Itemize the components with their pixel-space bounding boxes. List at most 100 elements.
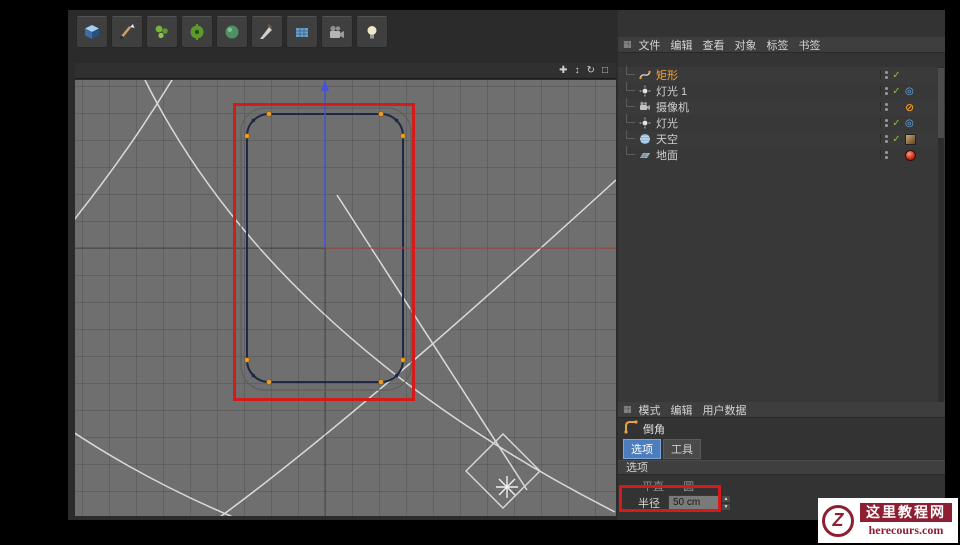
tree-connector — [626, 65, 635, 75]
toggle-view-icon[interactable]: □ — [602, 65, 608, 76]
object-row-light1[interactable]: 灯光 1 ✓ ◎ — [618, 81, 945, 99]
arc-bottom-left — [75, 432, 233, 516]
menu-object[interactable]: 对象 — [735, 37, 757, 53]
visibility-dots[interactable] — [880, 70, 888, 80]
tool-title: 倒角 — [643, 423, 665, 436]
flat-label: 平直 — [642, 481, 664, 493]
c4d-window: ✚ ↕ ↻ □ ▦ 文件 编辑 查看 对象 标签 书签 矩形 ✓ 灯光 1 ✓ … — [68, 10, 945, 520]
tool-title-row: 倒角 — [624, 420, 665, 437]
zoom-view-icon[interactable]: ↕ — [575, 65, 580, 76]
menu-edit-attr[interactable]: 编辑 — [671, 402, 693, 418]
camera-tool-icon[interactable] — [321, 16, 353, 48]
flat-row: 平直 圆 — [618, 478, 945, 494]
menu-file[interactable]: 文件 — [639, 37, 661, 53]
object-row-sky[interactable]: 天空 ✓ — [618, 129, 945, 147]
right-panel: ▦ 文件 编辑 查看 对象 标签 书签 矩形 ✓ 灯光 1 ✓ ◎ 摄像机 ⊘ … — [618, 10, 945, 520]
attribute-manager-menubar: ▦ 模式 编辑 用户数据 — [618, 402, 945, 418]
watermark-url: herecours.com — [868, 522, 944, 537]
screenshot-root: ✚ ↕ ↻ □ ▦ 文件 编辑 查看 对象 标签 书签 矩形 ✓ 灯光 1 ✓ … — [0, 0, 960, 545]
light-object-icon — [638, 85, 652, 97]
object-manager-gap — [618, 53, 945, 67]
arc-long-diagonal — [144, 80, 616, 513]
sky-object-icon — [638, 133, 652, 145]
visibility-dots[interactable] — [880, 150, 888, 160]
main-toolbar — [76, 16, 388, 48]
menu-user-data[interactable]: 用户数据 — [703, 402, 747, 418]
tree-connector — [626, 81, 635, 91]
stepper-down-icon[interactable]: ▼ — [721, 502, 731, 511]
light-object-icon — [638, 117, 652, 129]
radius-stepper: ▲ ▼ — [721, 494, 731, 511]
radius-label: 半径 — [638, 497, 660, 510]
viewport-drawing — [75, 80, 616, 516]
menu-view[interactable]: 查看 — [703, 37, 725, 53]
target-tag-icon[interactable]: ◎ — [905, 118, 914, 129]
visibility-dots[interactable] — [880, 134, 888, 144]
light-bulb-icon[interactable] — [356, 16, 388, 48]
object-row-camera[interactable]: 摄像机 ⊘ — [618, 97, 945, 115]
visibility-dots[interactable] — [880, 102, 888, 112]
viewport-header: ✚ ↕ ↻ □ — [75, 63, 616, 79]
enabled-check-icon[interactable]: ✓ — [891, 70, 902, 81]
protection-tag-icon[interactable]: ⊘ — [905, 101, 914, 114]
floor-object-icon — [638, 149, 652, 161]
tree-connector — [626, 129, 635, 139]
cube-tool-icon[interactable] — [76, 16, 108, 48]
tab-options[interactable]: 选项 — [623, 439, 661, 459]
enabled-check-icon[interactable]: ✓ — [891, 134, 902, 145]
enabled-check-icon[interactable]: ✓ — [891, 86, 902, 97]
material-tag-icon[interactable] — [905, 149, 916, 161]
object-label[interactable]: 灯光 — [656, 115, 678, 131]
menu-mode[interactable]: 模式 — [639, 402, 661, 418]
deformer-icon[interactable] — [181, 16, 213, 48]
knife-icon[interactable] — [251, 16, 283, 48]
object-label[interactable]: 摄像机 — [656, 99, 689, 115]
watermark-logo: Z — [822, 504, 854, 537]
object-label[interactable]: 灯光 1 — [656, 83, 687, 99]
object-label[interactable]: 天空 — [656, 131, 678, 147]
plane-grid-icon[interactable] — [286, 16, 318, 48]
pan-view-icon[interactable]: ✚ — [559, 65, 567, 76]
tree-connector — [626, 97, 635, 107]
watermark: Z 这里教程网 herecours.com — [818, 498, 958, 543]
viewport-canvas[interactable] — [75, 80, 616, 516]
panel-grid-icon: ▦ — [623, 39, 632, 49]
ghost-rectangle — [240, 107, 412, 391]
paint-brush-icon[interactable] — [111, 16, 143, 48]
menu-tags[interactable]: 标签 — [767, 37, 789, 53]
arc-large-circle — [220, 179, 616, 516]
rotate-view-icon[interactable]: ↻ — [587, 65, 595, 76]
visibility-dots[interactable] — [880, 118, 888, 128]
round-label: 圆 — [683, 481, 695, 493]
object-list-scrollbar[interactable] — [938, 67, 944, 403]
object-label[interactable]: 矩形 — [656, 67, 678, 83]
panel-grid-icon: ▦ — [623, 404, 632, 414]
object-row-floor[interactable]: 地面 — [618, 145, 945, 163]
section-header-options[interactable]: 选项 — [618, 460, 945, 475]
texture-tag-icon[interactable] — [905, 133, 916, 145]
watermark-title: 这里教程网 — [860, 502, 952, 522]
construction-line — [336, 194, 528, 491]
magic-wand-icon[interactable] — [146, 16, 178, 48]
sphere-icon[interactable] — [216, 16, 248, 48]
attribute-tabs: 选项 工具 — [623, 439, 701, 459]
tab-tool[interactable]: 工具 — [663, 439, 701, 459]
tree-connector — [626, 113, 635, 123]
radius-input[interactable]: 50 cm — [668, 495, 720, 510]
object-row-light[interactable]: 灯光 ✓ ◎ — [618, 113, 945, 131]
scrollbar-thumb[interactable] — [938, 68, 944, 138]
arc-top-left — [75, 80, 173, 220]
object-label[interactable]: 地面 — [656, 147, 678, 163]
asterisk-marker — [496, 476, 518, 498]
menu-bookmarks[interactable]: 书签 — [799, 37, 821, 53]
enabled-check-icon[interactable]: ✓ — [891, 118, 902, 129]
bevel-tool-icon — [624, 420, 638, 437]
stepper-up-icon[interactable]: ▲ — [721, 494, 731, 503]
visibility-dots[interactable] — [880, 86, 888, 96]
target-tag-icon[interactable]: ◎ — [905, 86, 914, 97]
object-row-rectangle[interactable]: 矩形 ✓ — [618, 65, 945, 83]
camera-object-icon — [638, 101, 652, 113]
spline-object-icon — [638, 69, 652, 81]
menu-edit[interactable]: 编辑 — [671, 37, 693, 53]
rotated-square — [465, 433, 541, 509]
